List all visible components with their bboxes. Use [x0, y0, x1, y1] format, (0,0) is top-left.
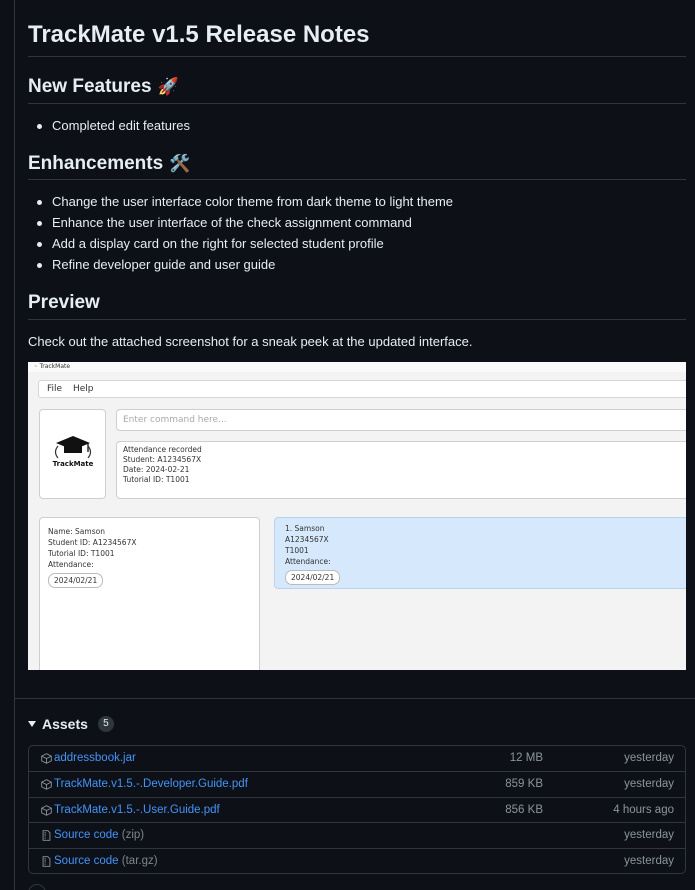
add-reaction-button[interactable]: [28, 884, 46, 890]
asset-link[interactable]: TrackMate.v1.5.-.User.Guide.pdf: [54, 798, 220, 822]
asset-size: 856 KB: [505, 803, 543, 816]
release-title: TrackMate v1.5 Release Notes: [28, 21, 370, 48]
release-card: TrackMate v1.5 Release Notes New Feature…: [14, 0, 695, 890]
asset-row: Source code (tar.gz) yesterday: [29, 847, 685, 873]
list-item: Refine developer guide and user guide: [28, 254, 453, 275]
heading-preview: Preview: [28, 292, 100, 313]
app-titlebar: ◦ TrackMate: [28, 362, 686, 372]
assets-title: Assets: [42, 716, 88, 732]
asset-date: yesterday: [624, 854, 674, 867]
assets-divider: [15, 698, 695, 699]
app-logo-card: TrackMate: [39, 409, 106, 499]
asset-row: addressbook.jar 12 MB yesterday: [29, 746, 685, 771]
asset-date: yesterday: [624, 778, 674, 791]
list-item: Change the user interface color theme fr…: [28, 191, 453, 212]
asset-link[interactable]: Source code (tar.gz): [54, 849, 158, 873]
asset-link[interactable]: addressbook.jar: [54, 746, 136, 770]
app-result-box: Attendance recorded Student: A1234567X D…: [116, 441, 686, 499]
assets-list: addressbook.jar 12 MB yesterday TrackMat…: [28, 745, 686, 874]
new-features-list: Completed edit features: [28, 115, 190, 136]
list-item: Enhance the user interface of the check …: [28, 212, 453, 233]
preview-paragraph: Check out the attached screenshot for a …: [28, 334, 473, 349]
asset-date: 4 hours ago: [613, 803, 674, 816]
asset-link[interactable]: TrackMate.v1.5.-.Developer.Guide.pdf: [54, 772, 248, 796]
asset-date: yesterday: [624, 829, 674, 842]
triangle-down-icon: [28, 721, 36, 727]
list-item: Add a display card on the right for sele…: [28, 233, 453, 254]
heading-divider: [28, 319, 686, 320]
file-zip-icon: [42, 855, 51, 867]
asset-date: yesterday: [624, 752, 674, 764]
list-item: Completed edit features: [28, 115, 190, 136]
heading-divider: [28, 179, 686, 180]
heading-divider: [28, 103, 686, 104]
app-profile-card: Name: Samson Student ID: A1234567X Tutor…: [39, 517, 260, 670]
package-icon: [41, 779, 52, 791]
app-student-list-item: 1. Samson A1234567X T1001 Attendance: 20…: [274, 517, 686, 589]
preview-screenshot[interactable]: ◦ TrackMate File Help TrackMate Enter co…: [28, 362, 686, 670]
asset-row: TrackMate.v1.5.-.User.Guide.pdf 856 KB 4…: [29, 796, 685, 822]
asset-row: TrackMate.v1.5.-.Developer.Guide.pdf 859…: [29, 771, 685, 796]
menu-help: Help: [72, 384, 94, 394]
package-icon: [41, 753, 52, 764]
assets-count-badge: 5: [97, 716, 114, 732]
tools-icon: 🛠️: [169, 154, 191, 173]
svg-text:TrackMate: TrackMate: [53, 460, 94, 468]
title-divider: [28, 56, 686, 57]
file-zip-icon: [42, 830, 51, 841]
enhancements-list: Change the user interface color theme fr…: [28, 191, 453, 275]
graduation-cap-logo: TrackMate: [53, 436, 94, 468]
app-command-box: Enter command here...: [116, 409, 686, 431]
app-menubar: File Help: [38, 380, 686, 398]
heading-new-features: New Features 🚀: [28, 76, 179, 97]
menu-file: File: [47, 384, 63, 394]
heading-enhancements: Enhancements 🛠️: [28, 153, 191, 174]
asset-size: 12 MB: [509, 752, 543, 764]
package-icon: [41, 804, 52, 816]
rocket-icon: 🚀: [157, 77, 179, 96]
asset-row: Source code (zip) yesterday: [29, 822, 685, 847]
assets-toggle[interactable]: Assets 5: [28, 714, 114, 734]
asset-link[interactable]: Source code (zip): [54, 823, 144, 847]
asset-size: 859 KB: [505, 778, 543, 791]
